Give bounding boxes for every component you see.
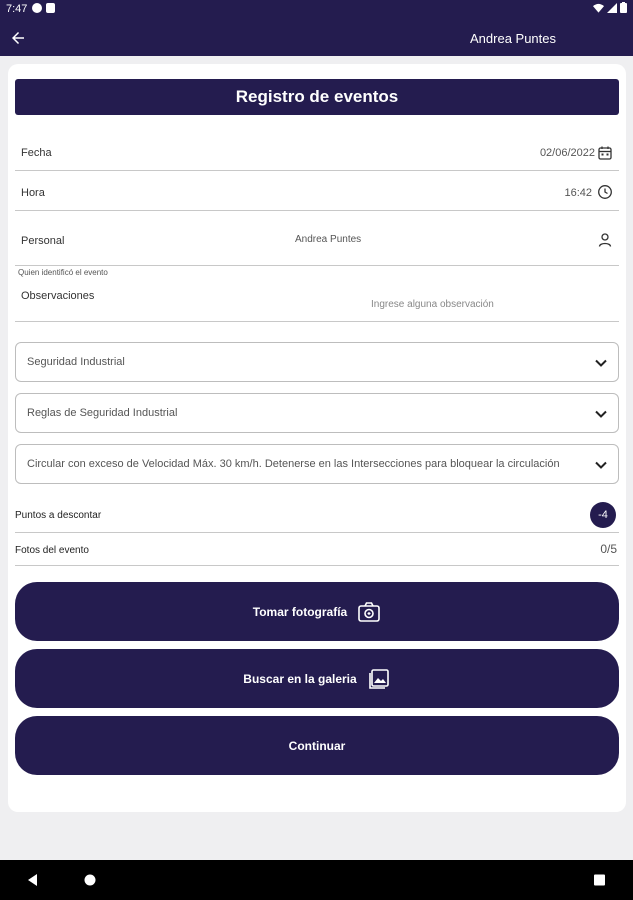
camera-icon xyxy=(358,601,381,622)
page-title: Registro de eventos xyxy=(15,79,619,115)
clock-icon[interactable] xyxy=(597,184,613,200)
points-badge: -4 xyxy=(590,502,616,528)
chevron-down-icon xyxy=(595,359,607,367)
observations-field[interactable]: Observaciones Ingrese alguna observación xyxy=(15,278,619,322)
image-gallery-icon xyxy=(368,668,389,689)
app-bar: Andrea Puntes xyxy=(0,20,633,56)
chevron-down-icon xyxy=(595,461,607,469)
photos-label: Fotos del evento xyxy=(15,545,89,556)
personal-hint: Quien identificó el evento xyxy=(18,268,108,277)
chevron-down-icon xyxy=(595,410,607,418)
battery-icon xyxy=(620,2,627,13)
status-time: 7:47 xyxy=(6,3,28,15)
continue-button[interactable]: Continuar xyxy=(15,716,619,775)
points-label: Puntos a descontar xyxy=(15,510,102,521)
observations-label: Observaciones xyxy=(21,290,95,302)
calendar-icon[interactable] xyxy=(597,145,613,161)
wifi-icon xyxy=(593,3,604,13)
signal-icon xyxy=(607,2,617,13)
system-nav-bar xyxy=(0,860,633,900)
nav-recents-icon[interactable] xyxy=(594,874,605,886)
category-select-value: Seguridad Industrial xyxy=(27,356,125,368)
sim-icon xyxy=(46,3,55,13)
user-name: Andrea Puntes xyxy=(470,31,557,46)
rule-select-value: Circular con exceso de Velocidad Máx. 30… xyxy=(27,458,560,470)
rule-select[interactable]: Circular con exceso de Velocidad Máx. 30… xyxy=(15,444,619,484)
time-value: 16:42 xyxy=(564,187,592,199)
arrow-back-icon xyxy=(12,32,24,44)
personal-field[interactable]: Personal Andrea Puntes xyxy=(15,211,619,266)
photos-count: 0/5 xyxy=(600,542,617,556)
back-button[interactable] xyxy=(6,26,30,50)
photos-row: Fotos del evento 0/5 xyxy=(15,542,619,566)
person-icon[interactable] xyxy=(597,232,613,248)
take-photo-button[interactable]: Tomar fotografía xyxy=(15,582,619,641)
gallery-label: Buscar en la galeria xyxy=(243,671,357,686)
category-select[interactable]: Seguridad Industrial xyxy=(15,342,619,382)
nav-back-icon[interactable] xyxy=(27,874,39,886)
points-row: Puntos a descontar -4 xyxy=(15,502,619,533)
date-label: Fecha xyxy=(21,147,52,159)
time-label: Hora xyxy=(21,187,45,199)
date-value: 02/06/2022 xyxy=(539,147,595,159)
personal-label: Personal xyxy=(21,235,65,247)
observations-placeholder: Ingrese alguna observación xyxy=(371,299,494,310)
gallery-button[interactable]: Buscar en la galeria xyxy=(15,649,619,708)
take-photo-label: Tomar fotografía xyxy=(252,604,348,619)
status-bar: 7:47 xyxy=(0,0,633,20)
personal-value: Andrea Puntes xyxy=(295,234,362,245)
notification-icon xyxy=(32,3,42,13)
rule-group-select-value: Reglas de Seguridad Industrial xyxy=(27,407,178,419)
date-field[interactable]: Fecha 02/06/2022 xyxy=(15,135,619,171)
rule-group-select[interactable]: Reglas de Seguridad Industrial xyxy=(15,393,619,433)
continue-label: Continuar xyxy=(288,738,346,753)
time-field[interactable]: Hora 16:42 xyxy=(15,171,619,211)
nav-home-icon[interactable] xyxy=(84,874,96,886)
